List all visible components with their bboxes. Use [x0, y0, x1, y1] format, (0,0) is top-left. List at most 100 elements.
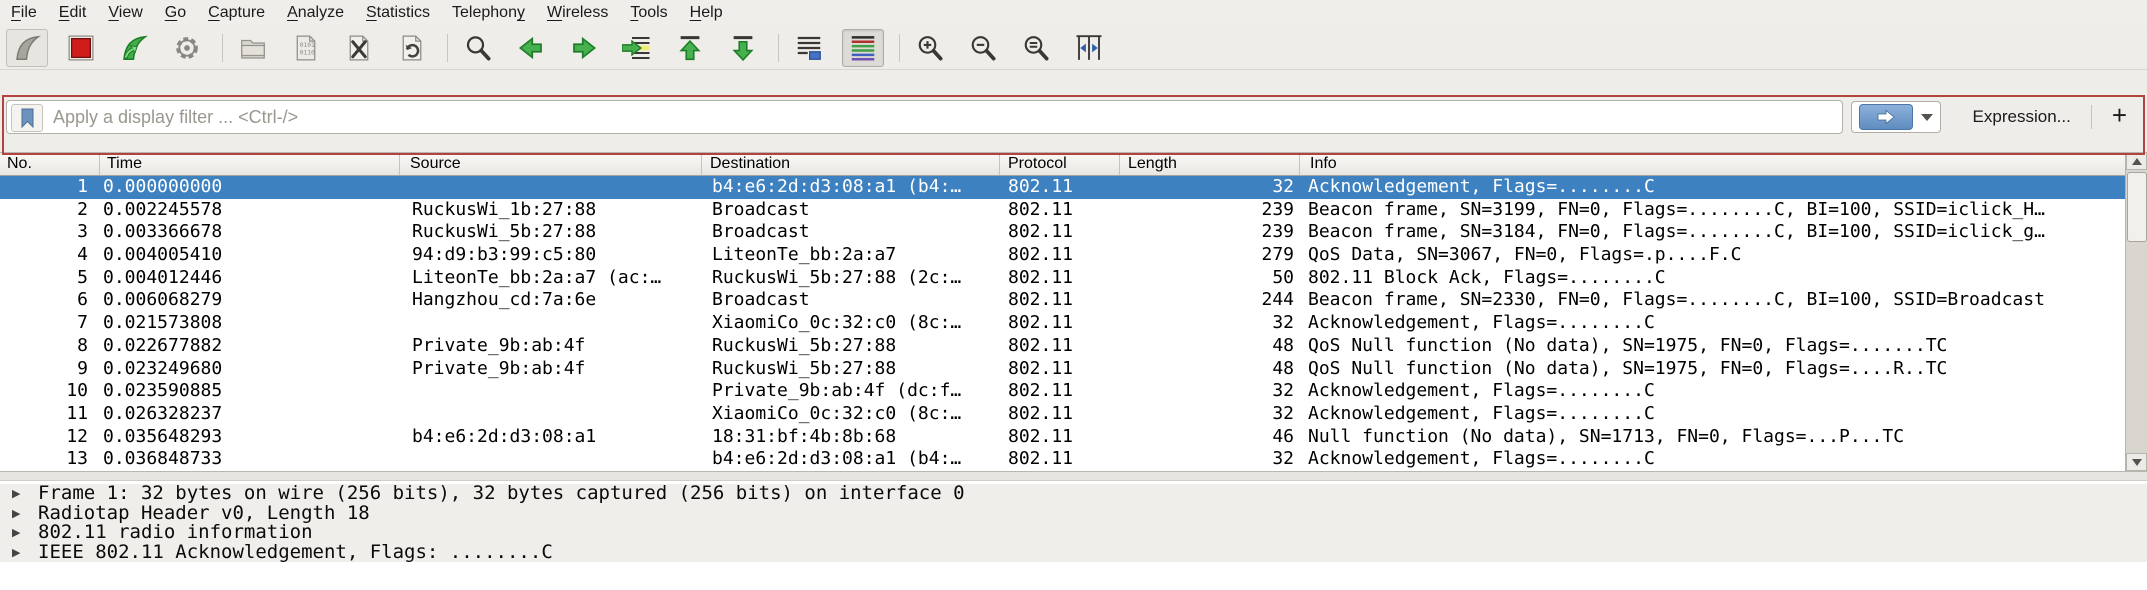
packet-source: 94:d9:b3:99:c5:80 — [400, 244, 702, 267]
menu-item[interactable]: File — [0, 2, 48, 24]
packet-length: 46 — [1120, 426, 1300, 449]
packet-time: 0.004012446 — [100, 267, 400, 290]
scrollbar-thumb[interactable] — [2127, 172, 2147, 242]
menu-item[interactable]: Edit — [48, 2, 98, 24]
packet-no: 13 — [0, 448, 100, 471]
go-first-packet-icon[interactable] — [670, 30, 710, 66]
restart-capture-icon[interactable] — [114, 30, 154, 66]
column-header-protocol[interactable]: Protocol — [1000, 153, 1120, 175]
packet-row[interactable]: 7 0.021573808 XiaomiCo_0c:32:c0 (8c:… 80… — [0, 312, 2125, 335]
column-header-source[interactable]: Source — [400, 153, 702, 175]
menu-item[interactable]: Telephony — [441, 2, 536, 24]
column-header-time[interactable]: Time — [100, 153, 400, 175]
go-back-icon[interactable] — [511, 30, 551, 66]
auto-scroll-icon[interactable] — [789, 30, 829, 66]
resize-columns-icon[interactable] — [1069, 30, 1109, 66]
packet-source: RuckusWi_1b:27:88 — [400, 199, 702, 222]
packet-row[interactable]: 1 0.000000000 b4:e6:2d:d3:08:a1 (b4:… 80… — [0, 176, 2125, 199]
packet-info: Acknowledgement, Flags=........C — [1300, 403, 2125, 426]
expander-icon[interactable]: ▶ — [0, 543, 38, 563]
column-header-no[interactable]: No. — [0, 153, 100, 175]
packet-no: 7 — [0, 312, 100, 335]
packet-destination: Broadcast — [702, 221, 1000, 244]
scroll-up-icon[interactable] — [2126, 152, 2147, 170]
find-packet-icon[interactable] — [458, 30, 498, 66]
packet-info: Acknowledgement, Flags=........C — [1300, 312, 2125, 335]
packet-row[interactable]: 8 0.022677882 Private_9b:ab:4f RuckusWi_… — [0, 335, 2125, 358]
packet-time: 0.021573808 — [100, 312, 400, 335]
stop-capture-icon[interactable] — [61, 30, 101, 66]
packet-destination: XiaomiCo_0c:32:c0 (8c:… — [702, 312, 1000, 335]
menu-item[interactable]: Tools — [619, 2, 678, 24]
dropdown-caret-icon[interactable] — [1921, 114, 1933, 121]
go-forward-icon[interactable] — [564, 30, 604, 66]
apply-filter-button[interactable] — [1859, 104, 1913, 130]
menu-bar: File Edit View Go Capture Analyze Statis… — [0, 0, 2147, 27]
svg-text:0101: 0101 — [300, 41, 315, 48]
go-to-packet-icon[interactable] — [617, 30, 657, 66]
expression-button[interactable]: Expression... — [1963, 103, 2081, 131]
packet-row[interactable]: 2 0.002245578 RuckusWi_1b:27:88 Broadcas… — [0, 199, 2125, 222]
packet-row[interactable]: 9 0.023249680 Private_9b:ab:4f RuckusWi_… — [0, 358, 2125, 381]
bookmark-icon — [20, 108, 35, 128]
packet-destination: RuckusWi_5b:27:88 — [702, 335, 1000, 358]
packet-details-pane: ▶ Frame 1: 32 bytes on wire (256 bits), … — [0, 481, 2147, 590]
open-file-icon[interactable] — [233, 30, 273, 66]
close-file-icon[interactable] — [339, 30, 379, 66]
column-header-length[interactable]: Length — [1120, 153, 1300, 175]
menu-item[interactable]: Wireless — [536, 2, 619, 24]
reload-file-icon[interactable] — [392, 30, 432, 66]
packet-source — [400, 448, 702, 471]
expander-icon[interactable]: ▶ — [0, 523, 38, 543]
column-header-destination[interactable]: Destination — [702, 153, 1000, 175]
packet-destination: RuckusWi_5b:27:88 (2c:… — [702, 267, 1000, 290]
packet-row[interactable]: 3 0.003366678 RuckusWi_5b:27:88 Broadcas… — [0, 221, 2125, 244]
detail-row[interactable]: ▶ 802.11 radio information — [0, 523, 2147, 543]
packet-no: 4 — [0, 244, 100, 267]
toolbar-separator — [899, 34, 900, 62]
menu-item[interactable]: Go — [154, 2, 197, 24]
detail-text: 802.11 radio information — [38, 523, 313, 543]
zoom-out-icon[interactable] — [963, 30, 1003, 66]
zoom-in-icon[interactable] — [910, 30, 950, 66]
detail-row[interactable]: ▶ Radiotap Header v0, Length 18 — [0, 504, 2147, 524]
zoom-original-icon[interactable] — [1016, 30, 1056, 66]
packet-protocol: 802.11 — [1000, 176, 1120, 199]
expander-icon[interactable]: ▶ — [0, 484, 38, 504]
packet-row[interactable]: 6 0.006068279 Hangzhou_cd:7a:6e Broadcas… — [0, 289, 2125, 312]
packet-row[interactable]: 13 0.036848733 b4:e6:2d:d3:08:a1 (b4:… 8… — [0, 448, 2125, 471]
packet-info: QoS Null function (No data), SN=1975, FN… — [1300, 358, 2125, 381]
toolbar-separator — [778, 34, 779, 62]
packet-row[interactable]: 12 0.035648293 b4:e6:2d:d3:08:a1 18:31:b… — [0, 426, 2125, 449]
capture-options-icon[interactable] — [167, 30, 207, 66]
scrollbar-track[interactable] — [2126, 170, 2147, 453]
display-filter-input[interactable] — [6, 100, 1843, 134]
save-file-icon[interactable]: 01010110 — [286, 30, 326, 66]
filter-bookmark-button[interactable] — [11, 104, 43, 132]
menu-item[interactable]: Help — [679, 2, 734, 24]
menu-item[interactable]: View — [97, 2, 153, 24]
expander-icon[interactable]: ▶ — [0, 504, 38, 524]
go-last-packet-icon[interactable] — [723, 30, 763, 66]
packet-destination: LiteonTe_bb:2a:a7 — [702, 244, 1000, 267]
add-filter-button[interactable]: + — [2102, 105, 2141, 129]
packet-row[interactable]: 10 0.023590885 Private_9b:ab:4f (dc:f… 8… — [0, 380, 2125, 403]
packet-no: 12 — [0, 426, 100, 449]
column-header-info[interactable]: Info — [1300, 153, 2125, 175]
scroll-down-icon[interactable] — [2126, 453, 2147, 471]
pane-splitter[interactable] — [0, 471, 2147, 481]
packet-no: 3 — [0, 221, 100, 244]
colorize-icon[interactable] — [842, 29, 884, 67]
menu-item[interactable]: Analyze — [276, 2, 355, 24]
menu-item[interactable]: Statistics — [355, 2, 441, 24]
packet-row[interactable]: 4 0.004005410 94:d9:b3:99:c5:80 LiteonTe… — [0, 244, 2125, 267]
packet-row[interactable]: 11 0.026328237 XiaomiCo_0c:32:c0 (8c:… 8… — [0, 403, 2125, 426]
packet-protocol: 802.11 — [1000, 358, 1120, 381]
menu-item[interactable]: Capture — [197, 2, 276, 24]
packet-row[interactable]: 5 0.004012446 LiteonTe_bb:2a:a7 (ac:… Ru… — [0, 267, 2125, 290]
start-capture-icon[interactable] — [6, 29, 48, 67]
packet-no: 2 — [0, 199, 100, 222]
detail-row[interactable]: ▶ IEEE 802.11 Acknowledgement, Flags: ..… — [0, 543, 2147, 563]
detail-row[interactable]: ▶ Frame 1: 32 bytes on wire (256 bits), … — [0, 484, 2147, 504]
packet-length: 32 — [1120, 448, 1300, 471]
